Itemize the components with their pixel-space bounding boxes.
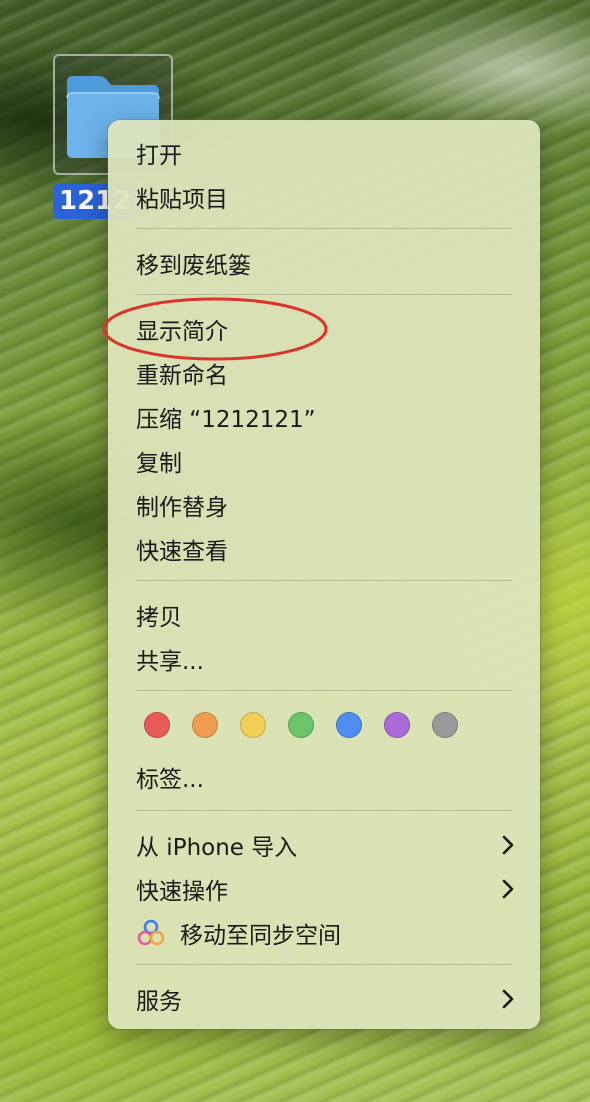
tag-color-red[interactable] xyxy=(144,712,170,738)
menu-item-move-to-trash[interactable]: 移到废纸篓 xyxy=(108,241,540,285)
menu-item-label: 制作替身 xyxy=(136,495,228,521)
menu-item-label: 显示简介 xyxy=(136,319,228,345)
menu-item-paste-item[interactable]: 粘贴项目 xyxy=(108,175,540,219)
menu-item-label: 打开 xyxy=(136,143,182,169)
tag-color-green[interactable] xyxy=(288,712,314,738)
menu-item-tags[interactable]: 标签... xyxy=(108,755,540,799)
menu-item-label: 从 iPhone 导入 xyxy=(136,835,298,861)
menu-item-label: 标签... xyxy=(136,767,204,793)
menu-item-label: 复制 xyxy=(136,451,182,477)
menu-separator xyxy=(136,810,512,811)
menu-item-label: 快速操作 xyxy=(136,879,228,905)
menu-item-quick-look[interactable]: 快速查看 xyxy=(108,527,540,571)
chevron-right-icon xyxy=(502,835,514,855)
menu-item-label: 快速查看 xyxy=(136,539,228,565)
menu-item-services[interactable]: 服务 xyxy=(108,977,540,1021)
context-menu: 打开 粘贴项目 移到废纸篓 显示简介 重新命名 压缩 “1212121” 复制 … xyxy=(108,120,540,1029)
tag-color-blue[interactable] xyxy=(336,712,362,738)
sync-space-icon xyxy=(137,919,165,946)
menu-item-copy[interactable]: 拷贝 xyxy=(108,593,540,637)
menu-separator xyxy=(136,690,512,691)
menu-item-duplicate[interactable]: 复制 xyxy=(108,439,540,483)
menu-item-label: 粘贴项目 xyxy=(136,187,228,213)
menu-separator xyxy=(136,228,512,229)
menu-item-quick-actions[interactable]: 快速操作 xyxy=(108,867,540,911)
chevron-right-icon xyxy=(502,989,514,1009)
menu-item-label: 移到废纸篓 xyxy=(136,253,251,279)
tag-color-yellow[interactable] xyxy=(240,712,266,738)
tag-color-purple[interactable] xyxy=(384,712,410,738)
menu-item-make-alias[interactable]: 制作替身 xyxy=(108,483,540,527)
tag-color-row xyxy=(144,712,458,738)
menu-item-label: 服务 xyxy=(136,989,182,1015)
menu-item-get-info[interactable]: 显示简介 xyxy=(108,307,540,351)
menu-item-label: 共享... xyxy=(136,649,204,675)
chevron-right-icon xyxy=(502,879,514,899)
menu-item-label: 重新命名 xyxy=(136,363,228,389)
menu-item-import-from-iphone[interactable]: 从 iPhone 导入 xyxy=(108,823,540,867)
menu-separator xyxy=(136,580,512,581)
tag-color-gray[interactable] xyxy=(432,712,458,738)
menu-item-label: 压缩 “1212121” xyxy=(136,407,316,433)
menu-item-compress[interactable]: 压缩 “1212121” xyxy=(108,395,540,439)
menu-item-label: 拷贝 xyxy=(136,605,182,631)
menu-item-open[interactable]: 打开 xyxy=(108,131,540,175)
menu-item-rename[interactable]: 重新命名 xyxy=(108,351,540,395)
menu-item-share[interactable]: 共享... xyxy=(108,637,540,681)
menu-item-move-to-sync-space[interactable]: 移动至同步空间 xyxy=(108,911,540,955)
menu-separator xyxy=(136,294,512,295)
menu-item-label: 移动至同步空间 xyxy=(180,923,341,949)
menu-separator xyxy=(136,964,512,965)
tag-color-orange[interactable] xyxy=(192,712,218,738)
